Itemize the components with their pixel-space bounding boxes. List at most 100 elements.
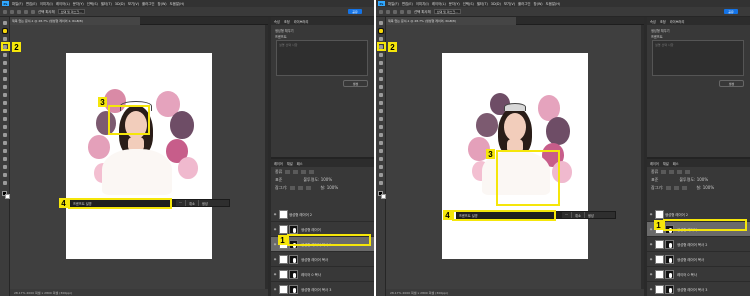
- lock-pixels-icon[interactable]: [666, 185, 672, 190]
- tab-channels[interactable]: 채널: [287, 161, 293, 166]
- shape-icon[interactable]: [3, 157, 7, 161]
- filter-adjust-icon[interactable]: [669, 169, 675, 174]
- layer-row[interactable]: ◉ 생성형 레이어 복사 3: [271, 282, 374, 296]
- kind-filter[interactable]: 종류: [651, 169, 658, 175]
- canvas-area[interactable]: 프롬프트 설명 ··· 취소 생성: [10, 25, 268, 289]
- brush-icon[interactable]: [379, 77, 383, 81]
- opacity-control[interactable]: 불투명도: 100%: [303, 177, 332, 183]
- home-icon[interactable]: [3, 9, 7, 14]
- tab-layers[interactable]: 레이어: [650, 161, 659, 166]
- lasso-tool-icon[interactable]: [379, 37, 383, 41]
- layer-row[interactable]: ◉ 생성형 레이어 복사: [271, 252, 374, 267]
- visibility-eye-icon[interactable]: ◉: [271, 272, 279, 276]
- zoom-icon[interactable]: [379, 173, 383, 177]
- type-tool-icon[interactable]: [379, 141, 383, 145]
- select-mask-button[interactable]: 선택 및 마스크...: [433, 9, 462, 14]
- filter-pixel-icon[interactable]: [285, 169, 291, 174]
- visibility-eye-icon[interactable]: ◉: [647, 287, 655, 291]
- select-mask-button[interactable]: 선택 및 마스크...: [57, 9, 86, 14]
- menu-type[interactable]: 문자(Y): [449, 1, 460, 6]
- dodge-icon[interactable]: [3, 125, 7, 129]
- tab-layers[interactable]: 레이어: [274, 161, 283, 166]
- select-subject-label[interactable]: 선택 피사체: [414, 9, 431, 14]
- history-brush-icon[interactable]: [3, 93, 7, 97]
- stamp-icon[interactable]: [3, 85, 7, 89]
- lock-position-icon[interactable]: [674, 185, 680, 190]
- gradient-icon[interactable]: [3, 109, 7, 113]
- blend-mode-select[interactable]: 표준: [651, 177, 658, 183]
- filter-type-icon[interactable]: [677, 169, 683, 174]
- hand-icon[interactable]: [379, 165, 383, 169]
- add-selection-icon[interactable]: [400, 9, 404, 14]
- filter-shape-icon[interactable]: [309, 169, 315, 174]
- tab-paths[interactable]: 패스: [297, 161, 303, 166]
- visibility-eye-icon[interactable]: ◉: [271, 227, 279, 231]
- menu-type[interactable]: 문자(Y): [73, 1, 84, 6]
- healing-brush-icon[interactable]: [3, 69, 7, 73]
- add-selection-icon[interactable]: [24, 9, 28, 14]
- fill-control[interactable]: 칠: 100%: [320, 185, 338, 191]
- shape-icon[interactable]: [379, 157, 383, 161]
- visibility-eye-icon[interactable]: ◉: [647, 242, 655, 246]
- tab-libraries[interactable]: 라이브러리: [670, 19, 685, 24]
- menu-file[interactable]: 파일(F): [12, 1, 23, 6]
- tab-adjustments[interactable]: 조정: [660, 19, 666, 24]
- layer-row[interactable]: ◉ 생성형 레이어 2: [271, 207, 374, 222]
- opacity-control[interactable]: 불투명도: 100%: [679, 177, 708, 183]
- fill-control[interactable]: 칠: 100%: [696, 185, 714, 191]
- zoom-icon[interactable]: [3, 173, 7, 177]
- panel-generate-button[interactable]: 생성: [343, 80, 368, 87]
- menu-window[interactable]: 창(W): [534, 1, 543, 6]
- blur-icon[interactable]: [3, 117, 7, 121]
- subtract-selection-icon[interactable]: [31, 9, 35, 14]
- filter-type-icon[interactable]: [301, 169, 307, 174]
- generate-button[interactable]: 생성: [197, 200, 211, 206]
- more-options-button[interactable]: ···: [562, 213, 571, 217]
- menu-filter[interactable]: 필터(T): [477, 1, 488, 6]
- lock-all-icon[interactable]: [682, 185, 688, 190]
- menu-view[interactable]: 보기(V): [128, 1, 139, 6]
- tab-paths[interactable]: 패스: [673, 161, 679, 166]
- hand-icon[interactable]: [3, 165, 7, 169]
- prompt-textarea[interactable]: 설명 선택 사항: [276, 40, 368, 76]
- frame-tool-icon[interactable]: [379, 53, 383, 57]
- share-button[interactable]: 공유: [724, 9, 738, 14]
- menu-help[interactable]: 도움말(H): [170, 1, 185, 6]
- layer-row[interactable]: ◉ 생성형 레이어 복사 3: [647, 282, 750, 296]
- document-tab[interactable]: 제목 없는 문서-1 @ 28.7% (생성형 레이어 2, RGB/8): [10, 17, 140, 25]
- home-icon[interactable]: [379, 9, 383, 14]
- pen-icon[interactable]: [379, 133, 383, 137]
- menu-plugins[interactable]: 플러그인: [142, 1, 154, 6]
- menu-select[interactable]: 선택(S): [463, 1, 474, 6]
- menu-plugins[interactable]: 플러그인: [518, 1, 530, 6]
- tab-channels[interactable]: 채널: [663, 161, 669, 166]
- type-tool-icon[interactable]: [3, 141, 7, 145]
- new-selection-icon[interactable]: [393, 9, 397, 14]
- menu-image[interactable]: 이미지(I): [40, 1, 53, 6]
- tab-adjustments[interactable]: 조정: [284, 19, 290, 24]
- menu-help[interactable]: 도움말(H): [546, 1, 561, 6]
- menu-select[interactable]: 선택(S): [87, 1, 98, 6]
- tab-properties[interactable]: 속성: [274, 19, 280, 24]
- document-canvas[interactable]: [66, 53, 212, 259]
- generate-button[interactable]: 생성: [583, 212, 597, 218]
- marquee-icon[interactable]: [386, 9, 390, 14]
- marquee-icon[interactable]: [10, 9, 14, 14]
- visibility-eye-icon[interactable]: ◉: [271, 257, 279, 261]
- stamp-icon[interactable]: [379, 85, 383, 89]
- layer-row[interactable]: ◉ 레이어 0 복사: [271, 267, 374, 282]
- generative-fill-tool-icon[interactable]: [2, 28, 8, 34]
- tab-properties[interactable]: 속성: [650, 19, 656, 24]
- cancel-button[interactable]: 취소: [571, 212, 584, 218]
- blend-mode-select[interactable]: 표준: [275, 177, 282, 183]
- lock-position-icon[interactable]: [298, 185, 304, 190]
- layer-row[interactable]: ◉ 생성형 레이어 복사 2: [647, 237, 750, 252]
- select-subject-label[interactable]: 선택 피사체: [38, 9, 55, 14]
- path-select-icon[interactable]: [3, 149, 7, 153]
- move-tool-icon[interactable]: [3, 21, 7, 25]
- layer-row[interactable]: ◉ 생성형 레이어 복사: [647, 252, 750, 267]
- menu-edit[interactable]: 편집(E): [26, 1, 37, 6]
- filter-pixel-icon[interactable]: [661, 169, 667, 174]
- brush-icon[interactable]: [3, 77, 7, 81]
- kind-filter[interactable]: 종류: [275, 169, 282, 175]
